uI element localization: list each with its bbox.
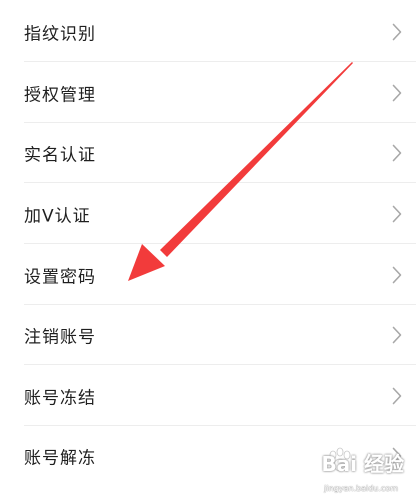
- chevron-right-icon: [392, 84, 402, 102]
- chevron-right-icon: [392, 23, 402, 41]
- divider: [24, 364, 416, 365]
- settings-list: 指纹识别 授权管理 实名认证 加V认证 设置密码 注销账号 账号冻结 账号解冻: [0, 0, 416, 499]
- settings-item-label: 账号冻结: [24, 388, 96, 409]
- watermark-brand: Bai 经验: [321, 452, 404, 476]
- settings-item-label: 授权管理: [24, 85, 96, 106]
- chevron-right-icon: [392, 266, 402, 284]
- divider: [24, 182, 416, 183]
- chevron-right-icon: [392, 326, 402, 344]
- settings-item-v-verification[interactable]: 加V认证: [0, 184, 416, 244]
- settings-item-set-password[interactable]: 设置密码: [0, 245, 416, 305]
- settings-item-real-name[interactable]: 实名认证: [0, 123, 416, 183]
- settings-item-label: 注销账号: [24, 327, 96, 348]
- settings-item-label: 设置密码: [24, 267, 96, 288]
- chevron-right-icon: [392, 387, 402, 405]
- watermark-url: jingyan.baidu.com: [324, 484, 398, 493]
- settings-item-cancel-account[interactable]: 注销账号: [0, 305, 416, 365]
- settings-item-fingerprint[interactable]: 指纹识别: [0, 2, 416, 62]
- settings-item-authorization[interactable]: 授权管理: [0, 63, 416, 123]
- settings-item-freeze-account[interactable]: 账号冻结: [0, 366, 416, 426]
- settings-item-label: 指纹识别: [24, 24, 96, 45]
- settings-item-label: 账号解冻: [24, 448, 96, 469]
- chevron-right-icon: [392, 205, 402, 223]
- divider: [24, 61, 416, 62]
- divider: [24, 243, 416, 244]
- settings-item-label: 加V认证: [24, 206, 91, 227]
- settings-item-label: 实名认证: [24, 145, 96, 166]
- chevron-right-icon: [392, 144, 402, 162]
